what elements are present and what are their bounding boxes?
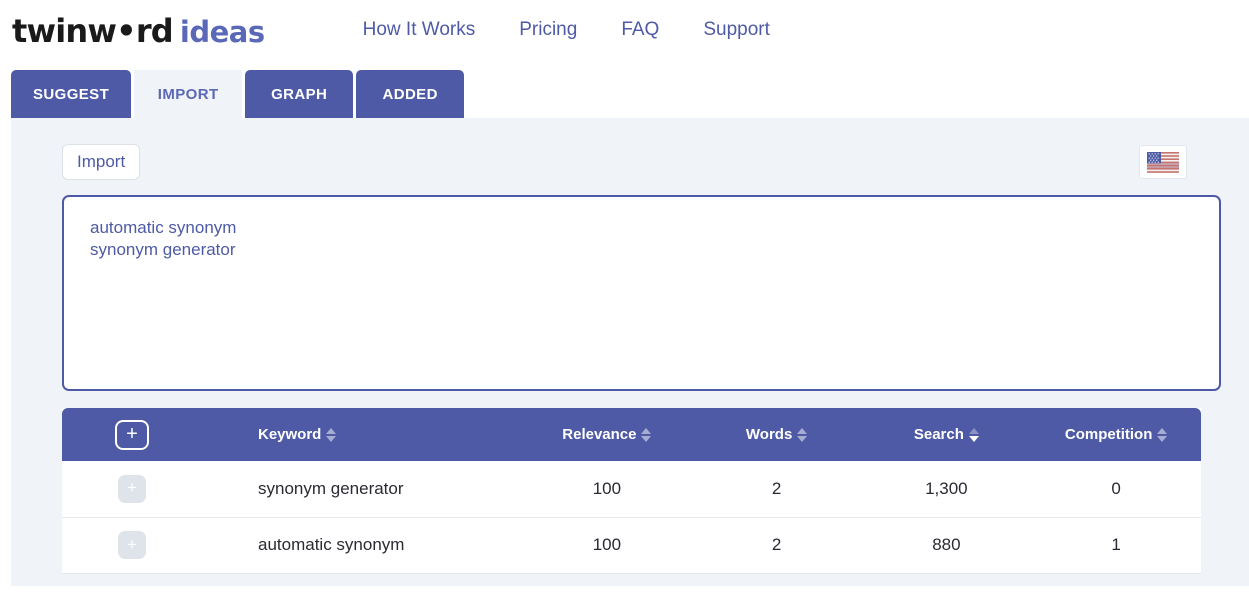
sort-arrows-keyword-icon[interactable] [326,427,337,442]
add-all-keywords-button[interactable]: + [115,419,149,450]
brand-logo-sub: ideas [179,15,265,49]
cell-competition: 1 [1031,517,1201,574]
cell-competition: 0 [1031,461,1201,518]
nav-item-pricing[interactable]: Pricing [519,19,577,41]
column-header-words[interactable]: Words [691,408,862,461]
row-add-cell: + [62,461,202,518]
cell-words: 2 [691,517,862,574]
cell-relevance: 100 [522,517,692,574]
column-header-keyword-label: Keyword [258,426,322,443]
nav-item-how-it-works[interactable]: How It Works [363,19,476,41]
tab-import[interactable]: IMPORT [134,70,243,118]
column-header-search[interactable]: Search [861,408,1032,461]
import-panel: Import automatic synonym synonym generat… [11,118,1249,586]
cell-keyword: synonym generator [202,461,522,518]
keyword-results-table: + Keyword Relevance Words Search Competi… [62,408,1201,574]
column-header-keyword[interactable]: Keyword [202,408,522,461]
row-add-cell: + [62,517,202,574]
brand-logo[interactable]: twinw•rd ideas [12,12,265,50]
sort-arrows-words-icon[interactable] [797,427,808,442]
tab-bar: SUGGEST IMPORT GRAPH ADDED [0,62,1249,118]
tab-graph[interactable]: GRAPH [245,70,354,118]
tab-suggest[interactable]: SUGGEST [11,70,132,118]
column-header-relevance[interactable]: Relevance [522,408,692,461]
import-button[interactable]: Import [62,144,141,180]
table-row[interactable]: + automatic synonym 100 2 880 1 [62,517,1201,574]
cell-relevance: 100 [522,461,692,518]
cell-keyword: automatic synonym [202,517,522,574]
site-header: twinw•rd ideas How It Works Pricing FAQ … [0,0,1249,62]
sort-arrows-search-icon[interactable] [968,427,979,442]
column-header-add-all: + [62,408,202,461]
brand-logo-main: twinw•rd [12,12,174,50]
column-header-competition-label: Competition [1064,426,1153,443]
column-header-words-label: Words [745,426,793,443]
nav-item-faq[interactable]: FAQ [621,19,659,41]
tab-added[interactable]: ADDED [356,70,465,118]
column-header-competition[interactable]: Competition [1031,408,1201,461]
language-selector[interactable] [1139,145,1187,179]
add-keyword-button[interactable]: + [118,474,146,503]
nav-item-support[interactable]: Support [703,19,770,41]
main-nav: How It Works Pricing FAQ Support [363,19,770,43]
column-header-relevance-label: Relevance [562,426,637,443]
sort-arrows-competition-icon[interactable] [1157,427,1168,442]
keyword-input-textarea[interactable] [62,195,1221,391]
panel-toolbar: Import [51,142,1209,182]
add-keyword-button[interactable]: + [118,531,146,559]
cell-search: 1,300 [861,461,1032,518]
us-flag-icon [1147,151,1179,173]
sort-arrows-relevance-icon[interactable] [641,427,652,442]
table-header-row: + Keyword Relevance Words Search Competi… [62,408,1201,461]
table-row[interactable]: + synonym generator 100 2 1,300 0 [62,461,1201,518]
cell-search: 880 [861,517,1032,574]
cell-words: 2 [691,461,862,518]
column-header-search-label: Search [913,426,964,443]
